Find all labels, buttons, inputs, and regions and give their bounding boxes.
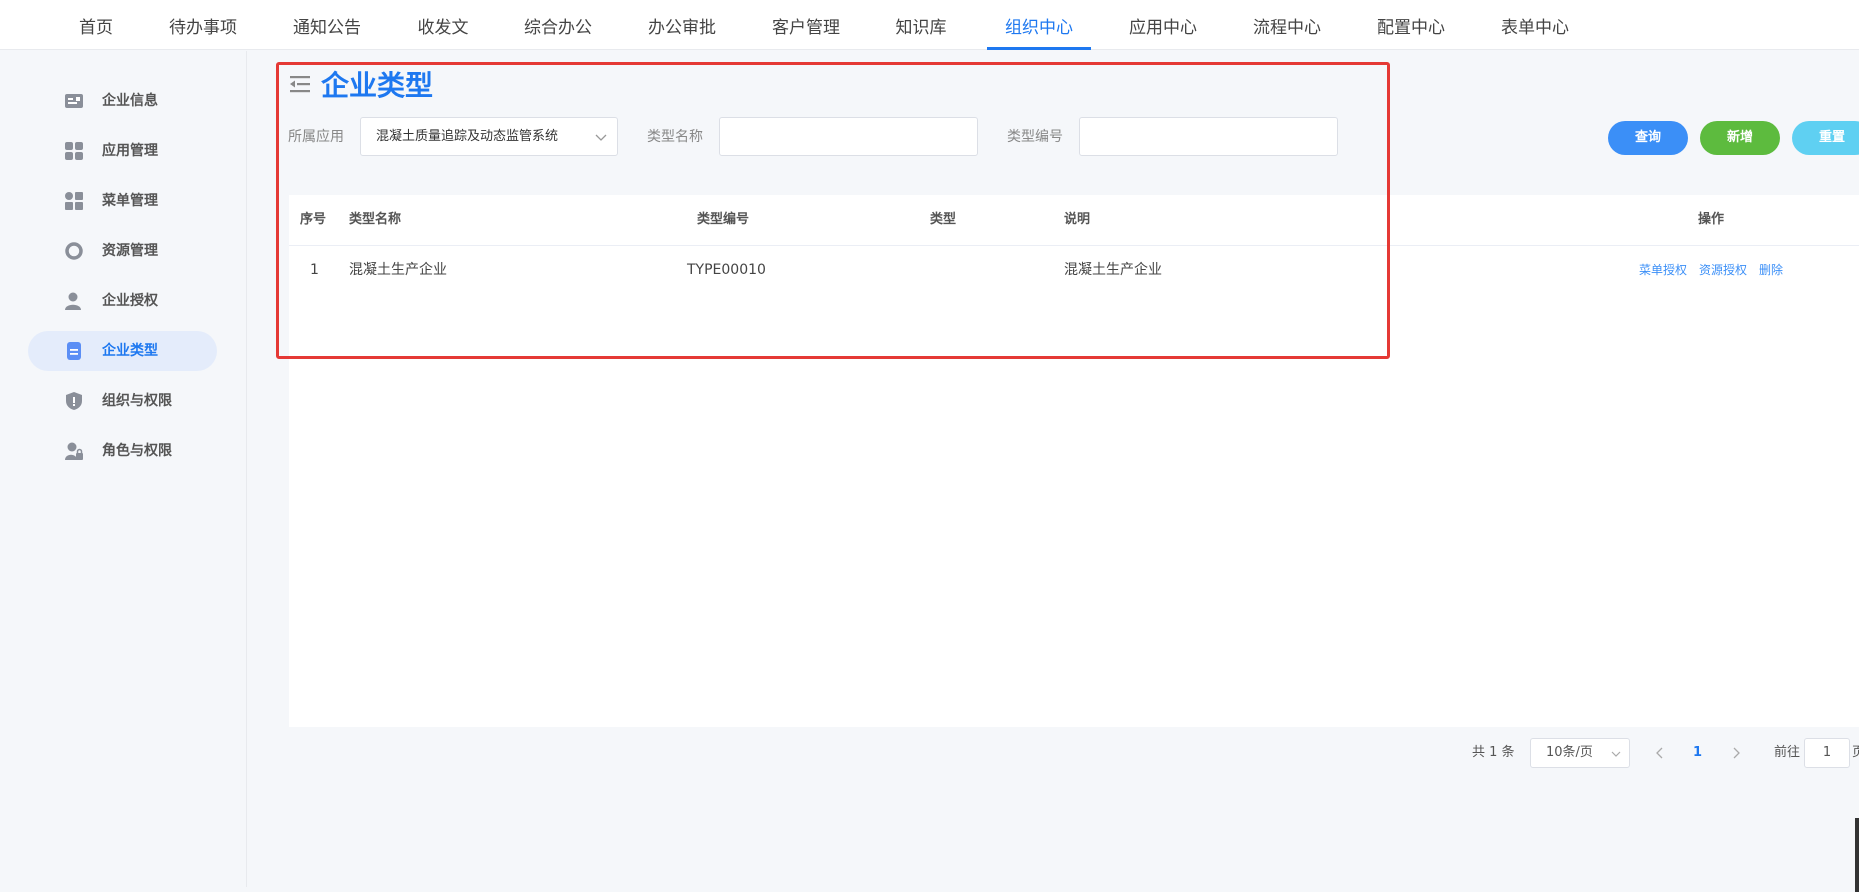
shield-icon: [66, 392, 82, 410]
id-card-icon: [65, 94, 83, 108]
goto-suffix: 页: [1852, 745, 1859, 760]
nav-org-center[interactable]: 组织中心: [998, 0, 1080, 50]
goto-label: 前往: [1774, 745, 1801, 760]
resource-auth-link[interactable]: 资源授权: [1699, 246, 1747, 294]
sidebar-item-company-type[interactable]: 企业类型: [28, 331, 217, 371]
sidebar-item-app-management[interactable]: 应用管理: [28, 131, 217, 171]
header-type: 类型: [930, 212, 957, 227]
nav-documents[interactable]: 收发文: [410, 0, 476, 50]
app-filter-label: 所属应用: [288, 129, 344, 145]
sidebar-item-resource-management[interactable]: 资源管理: [28, 231, 217, 271]
delete-link[interactable]: 删除: [1759, 246, 1783, 294]
user-lock-icon: [65, 442, 83, 460]
prev-page-icon[interactable]: [1650, 738, 1670, 768]
data-table: 序号 类型名称 类型编号 类型 说明 操作 1 混凝土生产企业 TYPE0001…: [289, 195, 1859, 727]
reset-button[interactable]: 重置: [1792, 121, 1859, 155]
nav-office[interactable]: 综合办公: [517, 0, 599, 50]
sidebar: 企业信息 应用管理 菜单管理 资源管理 企业授权 企业类型 组织与权限 角色与权…: [0, 51, 247, 887]
ring-icon: [65, 242, 83, 260]
nav-notice[interactable]: 通知公告: [287, 0, 367, 50]
chevron-down-icon: [1611, 751, 1621, 757]
type-name-label: 类型名称: [647, 129, 703, 145]
menu-grid-icon: [65, 192, 83, 210]
app-select[interactable]: 混凝土质量追踪及动态监管系统: [360, 117, 618, 156]
add-button[interactable]: 新增: [1700, 121, 1780, 155]
top-navigation: 首页 待办事项 通知公告 收发文 综合办公 办公审批 客户管理 知识库 组织中心…: [0, 0, 1859, 50]
type-name-input[interactable]: [719, 117, 978, 156]
header-name: 类型名称: [349, 212, 402, 227]
nav-form-center[interactable]: 表单中心: [1494, 0, 1576, 50]
nav-approval[interactable]: 办公审批: [641, 0, 723, 50]
header-code: 类型编号: [697, 212, 750, 227]
goto-page-input[interactable]: 1: [1804, 738, 1850, 768]
header-desc: 说明: [1064, 212, 1091, 227]
query-button[interactable]: 查询: [1608, 121, 1688, 155]
nav-customers[interactable]: 客户管理: [765, 0, 847, 50]
app-select-value: 混凝土质量追踪及动态监管系统: [376, 129, 559, 144]
nav-todo[interactable]: 待办事项: [163, 0, 243, 50]
sidebar-item-menu-management[interactable]: 菜单管理: [28, 181, 217, 221]
sidebar-item-label: 组织与权限: [102, 393, 172, 409]
row-desc: 混凝土生产企业: [1064, 262, 1162, 278]
page-title: 企业类型: [321, 69, 434, 102]
edge-marker: [1855, 818, 1859, 892]
nav-config-center[interactable]: 配置中心: [1370, 0, 1452, 50]
sidebar-item-label: 菜单管理: [102, 193, 158, 209]
nav-app-center[interactable]: 应用中心: [1122, 0, 1204, 50]
menu-auth-link[interactable]: 菜单授权: [1639, 246, 1687, 294]
sidebar-item-company-auth[interactable]: 企业授权: [28, 281, 217, 321]
sidebar-item-company-info[interactable]: 企业信息: [28, 81, 217, 121]
sidebar-item-label: 资源管理: [102, 243, 158, 259]
type-code-label: 类型编号: [1007, 129, 1063, 145]
sidebar-item-role-permission[interactable]: 角色与权限: [28, 431, 217, 471]
sidebar-item-org-permission[interactable]: 组织与权限: [28, 381, 217, 421]
sidebar-item-label: 企业授权: [102, 293, 158, 309]
nav-flow-center[interactable]: 流程中心: [1246, 0, 1328, 50]
next-page-icon[interactable]: [1726, 738, 1746, 768]
grid-icon: [65, 142, 83, 160]
menu-fold-icon[interactable]: [290, 75, 310, 93]
sidebar-item-label: 应用管理: [102, 143, 158, 159]
user-icon: [65, 292, 81, 310]
sidebar-item-label: 企业类型: [102, 343, 158, 359]
sidebar-item-label: 角色与权限: [102, 443, 172, 459]
pagination-total: 共 1 条: [1472, 745, 1515, 760]
page-number-current[interactable]: 1: [1693, 738, 1702, 768]
page-size-select[interactable]: 10条/页: [1530, 738, 1630, 768]
header-ops: 操作: [1698, 212, 1725, 227]
page-size-value: 10条/页: [1546, 745, 1593, 760]
type-code-input[interactable]: [1079, 117, 1338, 156]
row-code: TYPE00010: [687, 262, 766, 278]
sidebar-item-label: 企业信息: [102, 93, 158, 109]
document-icon: [67, 342, 81, 360]
chevron-down-icon: [595, 134, 607, 141]
nav-home[interactable]: 首页: [60, 0, 132, 50]
row-name: 混凝土生产企业: [349, 262, 447, 278]
nav-active-underline: [987, 47, 1091, 50]
row-index: 1: [310, 262, 319, 278]
header-index: 序号: [300, 212, 327, 227]
nav-knowledge[interactable]: 知识库: [888, 0, 954, 50]
